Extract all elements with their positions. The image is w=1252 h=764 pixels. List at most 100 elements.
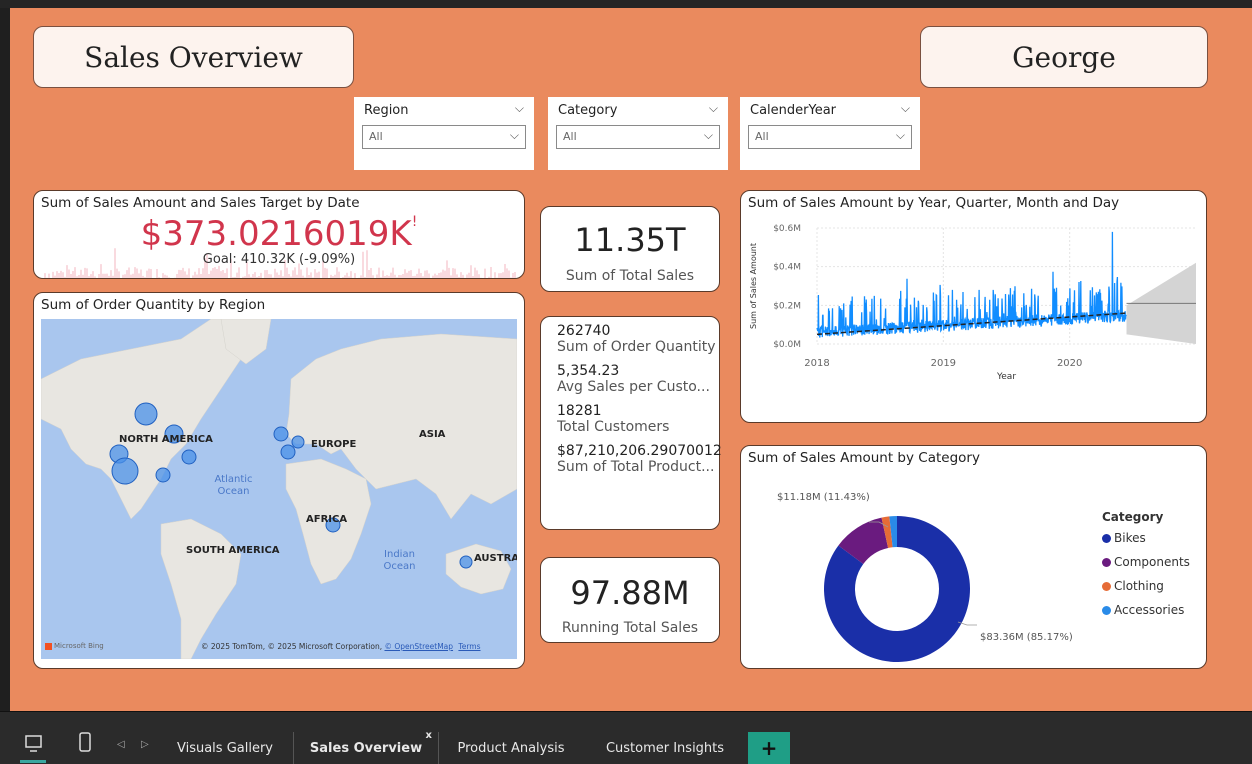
legend-item-clothing[interactable]: Clothing — [1102, 574, 1190, 598]
donut-legend: Category Bikes Components Clothing Accessor… — [1102, 510, 1190, 622]
tab-customer-insights[interactable]: Customer Insights — [585, 732, 745, 764]
dropdown-value: All — [369, 130, 383, 143]
multi-row-card[interactable]: 262740 Sum of Order Quantity 5,354.23 Av… — [540, 316, 722, 530]
legend-marker — [1102, 533, 1111, 543]
chevron-down-icon[interactable]: ⌵ — [709, 101, 718, 116]
mobile-view-icon[interactable] — [78, 732, 92, 754]
map-bubble — [291, 435, 305, 449]
card-value: 11.35T — [574, 221, 686, 259]
y-tick-label: $0.0M — [773, 340, 801, 350]
y-tick-label: $0.2M — [773, 301, 801, 311]
card-label: Running Total Sales — [561, 620, 699, 636]
legend-label: Bikes — [1114, 531, 1146, 545]
map-bubble — [155, 467, 171, 483]
map-bubble — [111, 457, 139, 485]
y-tick-label: $0.6M — [773, 224, 801, 234]
page-title: Sales Overview — [84, 40, 303, 74]
multirow-entry: 18281 Total Customers — [557, 403, 719, 435]
line-chart: $0.6M $0.4M $0.2M $0.0M2018 2019 2020 Year Sum … — [749, 224, 1196, 382]
map-label-europe: EUROPE — [311, 439, 357, 450]
map-label-north-america: NORTH AMERICA — [119, 434, 213, 445]
legend-item-bikes[interactable]: Bikes — [1102, 526, 1190, 550]
close-tab-icon[interactable]: x — [426, 730, 432, 741]
legend-marker — [1102, 605, 1111, 615]
legend-title: Category — [1102, 510, 1164, 524]
running-total-card[interactable]: 97.88M Running Total Sales — [540, 557, 720, 643]
desktop-view-icon[interactable] — [24, 734, 44, 754]
plus-icon: + — [760, 736, 778, 760]
calender-year-dropdown[interactable]: All ⌵ — [748, 125, 912, 149]
kpi-goal: Goal: 410.32K (-9.09%) — [202, 252, 356, 267]
visual-title: Sum of Sales Amount by Year, Quarter, Mo… — [748, 195, 1120, 211]
visual-title: Sum of Sales Amount and Sales Target by … — [41, 195, 360, 211]
visual-title: Sum of Order Quantity by Region — [41, 297, 266, 313]
tab-product-analysis[interactable]: Product Analysis — [439, 732, 583, 764]
south-america-shape — [160, 518, 242, 659]
chevron-down-icon[interactable]: ⌵ — [901, 101, 910, 116]
tab-label: Visuals Gallery — [176, 740, 273, 756]
prev-page-icon[interactable]: ◁ — [117, 739, 125, 750]
map-visual[interactable]: Sum of Order Quantity by Region NORTH AM… — [33, 292, 525, 669]
terms-link[interactable]: Terms — [458, 642, 480, 651]
dropdown-value: All — [755, 130, 769, 143]
map-area[interactable]: NORTH AMERICA EUROPE ASIA AFRICA SOUTH A… — [41, 319, 517, 659]
map-bubble — [459, 555, 473, 569]
tab-visuals-gallery[interactable]: Visuals Gallery — [160, 732, 290, 764]
legend-item-components[interactable]: Components — [1102, 550, 1190, 574]
multirow-value: $87,210,206.29070012 — [557, 443, 722, 459]
x-tick-label: 2020 — [1057, 358, 1082, 369]
x-tick-label: 2018 — [804, 358, 829, 369]
visual-title: Sum of Sales Amount by Category — [748, 450, 980, 466]
sales-series-line — [816, 231, 1127, 338]
bing-icon — [45, 642, 52, 650]
x-axis-title: Year — [996, 372, 1016, 382]
total-sales-card[interactable]: 11.35T Sum of Total Sales — [540, 206, 720, 292]
osm-link[interactable]: © OpenStreetMap — [384, 642, 453, 651]
region-dropdown[interactable]: All ⌵ — [362, 125, 526, 149]
tab-label: Customer Insights — [605, 740, 725, 756]
chevron-down-icon: ⌵ — [703, 128, 713, 142]
multirow-value: 5,354.23 — [557, 363, 620, 379]
multirow-label: Sum of Order Quantity — [557, 339, 716, 355]
slicer-label: Region — [364, 103, 409, 118]
legend-marker — [1102, 581, 1111, 591]
map-bubble — [273, 426, 289, 442]
next-page-icon[interactable]: ▷ — [141, 739, 149, 750]
legend-label: Clothing — [1114, 579, 1164, 593]
y-tick-label: $0.4M — [773, 263, 801, 273]
map-label-africa: AFRICA — [306, 514, 348, 525]
kpi-value: $373.0216019K — [140, 214, 412, 254]
legend-marker — [1102, 557, 1111, 567]
data-label-bikes: $83.36M (85.17%) — [980, 632, 1073, 643]
multirow-value: 18281 — [557, 403, 602, 419]
map-bubble — [280, 444, 296, 460]
tab-label: Sales Overview — [309, 740, 423, 756]
report-canvas: Sales Overview George Region ⌵ All ⌵ Cat… — [10, 8, 1252, 711]
map-bubble — [134, 402, 158, 426]
world-map — [41, 319, 517, 659]
legend-label: Accessories — [1114, 603, 1185, 617]
region-slicer[interactable]: Region ⌵ All ⌵ — [354, 97, 534, 170]
card-value: 97.88M — [570, 574, 690, 612]
category-dropdown[interactable]: All ⌵ — [556, 125, 720, 149]
window-top-bar — [0, 0, 1252, 8]
data-label-components: $11.18M (11.43%) — [777, 492, 870, 503]
map-label-asia: ASIA — [419, 429, 446, 440]
map-label-indian: Indian Ocean — [383, 549, 416, 572]
multirow-entry: 5,354.23 Avg Sales per Custo... — [557, 363, 719, 395]
multirow-label: Sum of Total Product... — [557, 459, 715, 475]
line-chart-visual[interactable]: Sum of Sales Amount by Year, Quarter, Mo… — [740, 190, 1207, 423]
legend-item-accessories[interactable]: Accessories — [1102, 598, 1190, 622]
chevron-down-icon: ⌵ — [895, 128, 905, 142]
map-label-south-america: SOUTH AMERICA — [186, 545, 280, 556]
y-axis-title: Sum of Sales Amount — [749, 243, 758, 329]
x-tick-label: 2019 — [931, 358, 956, 369]
donut-chart-visual[interactable]: Sum of Sales Amount by Category $11.18M … — [740, 445, 1207, 669]
add-page-button[interactable]: + — [748, 732, 790, 764]
category-slicer[interactable]: Category ⌵ All ⌵ — [548, 97, 728, 170]
chevron-down-icon[interactable]: ⌵ — [515, 101, 524, 116]
kpi-visual[interactable]: Sum of Sales Amount and Sales Target by … — [33, 190, 525, 279]
tab-sales-overview[interactable]: Sales Overview x — [293, 730, 439, 764]
calender-year-slicer[interactable]: CalenderYear ⌵ All ⌵ — [740, 97, 920, 170]
copyright-text: © 2025 TomTom, © 2025 Microsoft Corporat… — [201, 642, 383, 651]
